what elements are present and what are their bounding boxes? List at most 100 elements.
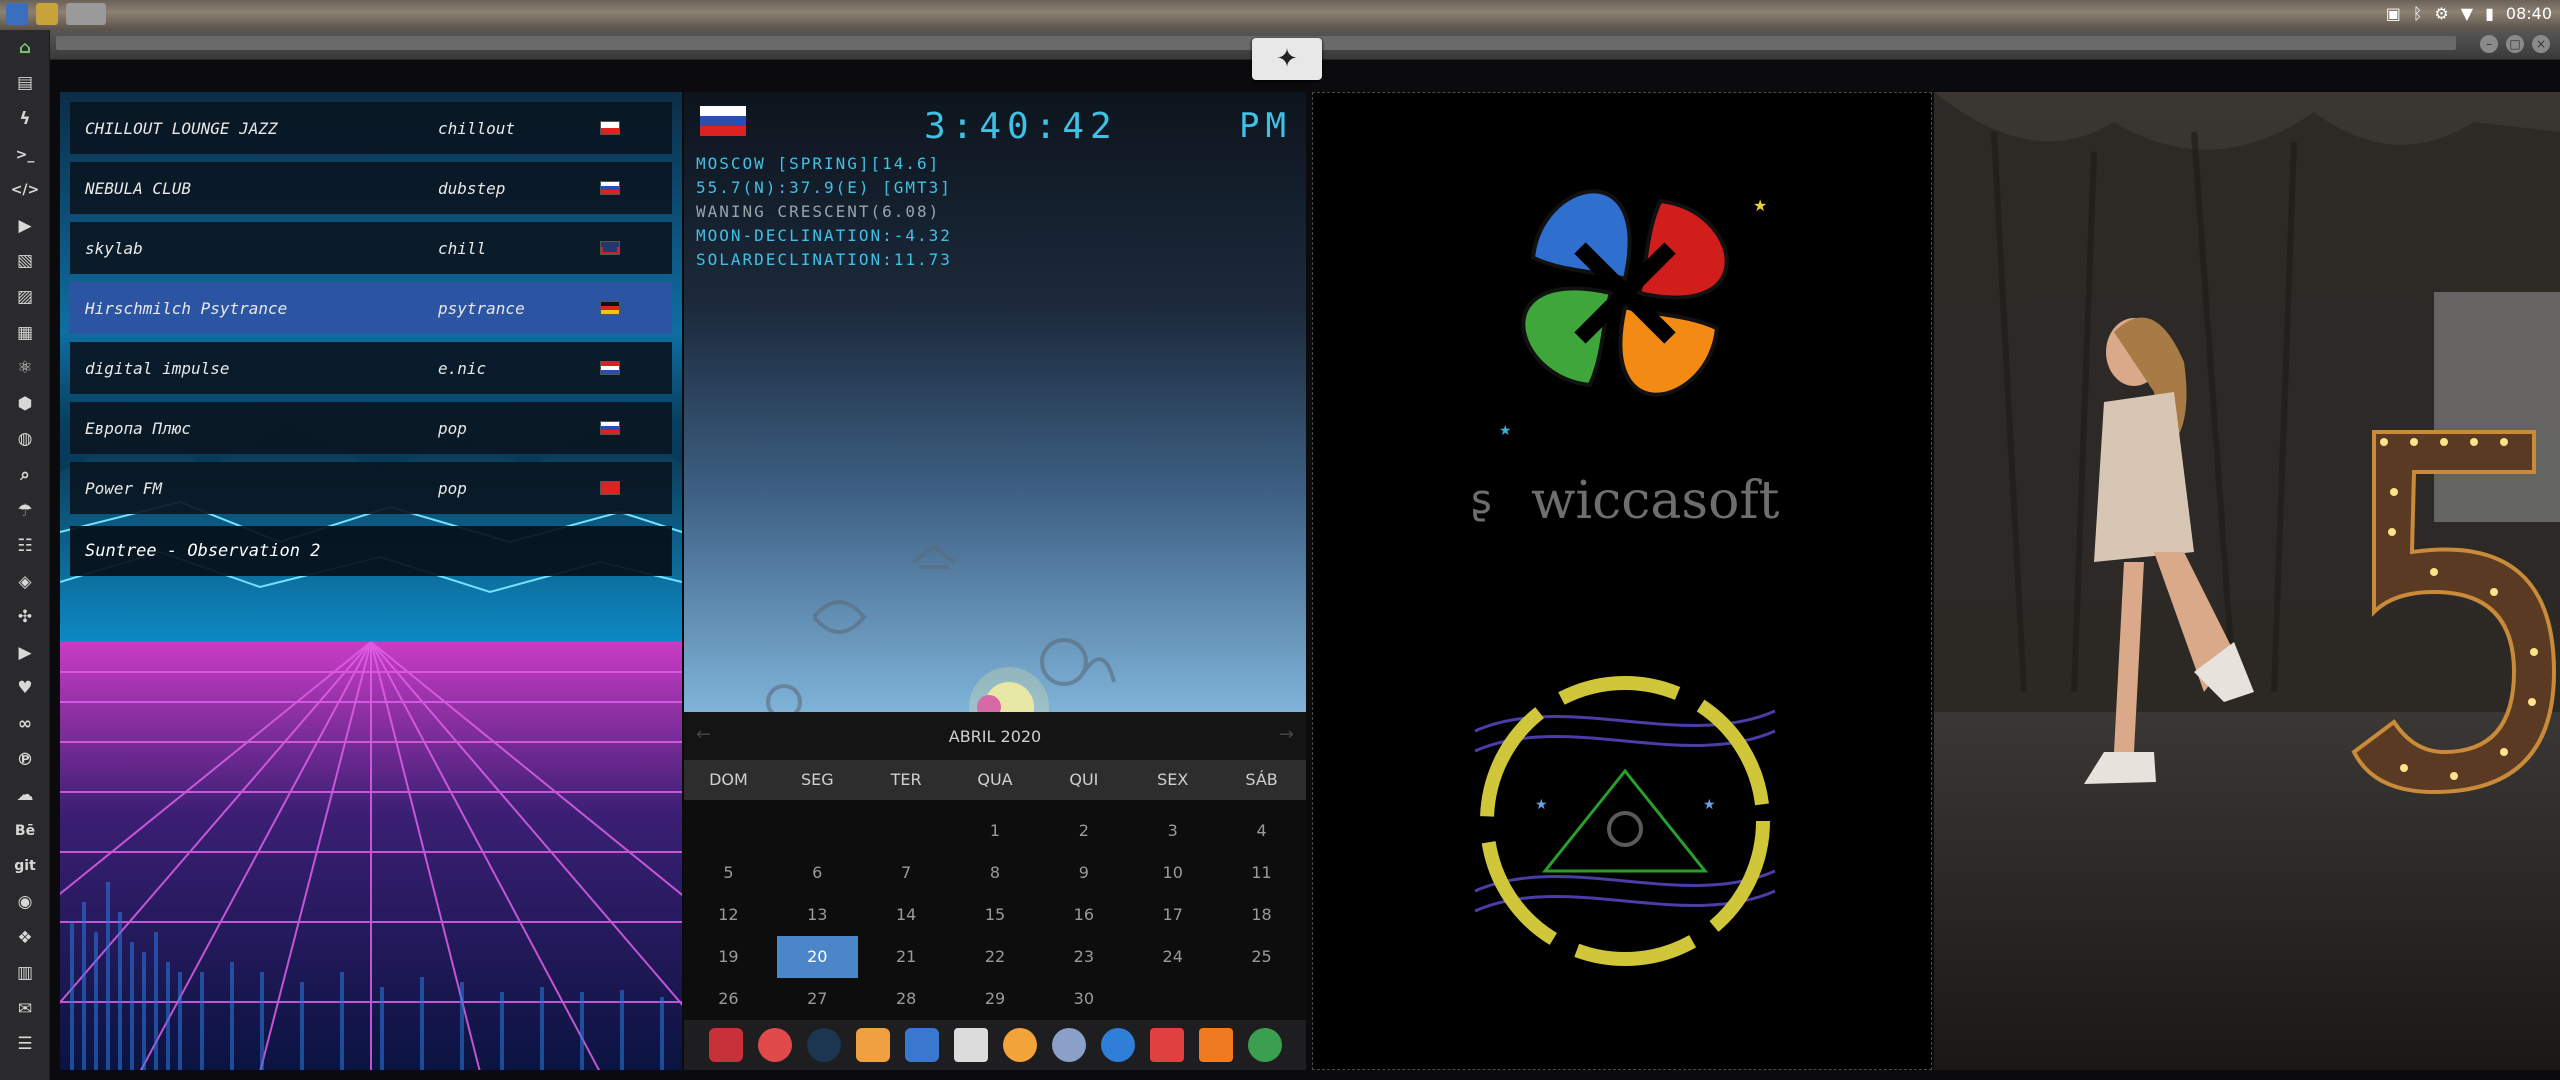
hourglass-app-icon[interactable]: [757, 1028, 792, 1062]
calendar-app-icon[interactable]: [1149, 1028, 1184, 1062]
news-icon[interactable]: ▦: [0, 315, 50, 351]
calendar-header: ← ABRIL 2020 →: [684, 712, 1306, 760]
triangle-app-icon[interactable]: [708, 1028, 743, 1062]
wifi-icon[interactable]: ▼: [2461, 4, 2473, 23]
station-row[interactable]: Европа Плюс pop: [70, 402, 672, 454]
settings-tray-icon[interactable]: ⚙: [2434, 4, 2448, 23]
maximize-button[interactable]: □: [2506, 35, 2524, 53]
github-icon[interactable]: ◉: [0, 884, 50, 920]
bluetooth-icon[interactable]: ᛒ: [2413, 4, 2423, 23]
image-icon[interactable]: ▨: [0, 279, 50, 315]
calendar-day[interactable]: 3: [1128, 810, 1217, 852]
arrow-app-icon[interactable]: [1198, 1028, 1233, 1062]
station-row-selected[interactable]: Hirschmilch Psytrance psytrance: [70, 282, 672, 334]
station-row[interactable]: CHILLOUT LOUNGE JAZZ chillout: [70, 102, 672, 154]
heart-icon[interactable]: ♥: [0, 671, 50, 707]
pinterest-icon[interactable]: ℗: [0, 742, 50, 778]
window-app-icon[interactable]: [66, 3, 106, 25]
calendar-day[interactable]: 6: [773, 852, 862, 894]
station-row[interactable]: skylab chill: [70, 222, 672, 274]
left-dock: ⌂ ▤ ϟ >_ </> ▶ ▧ ▨ ▦ ⚛ ⬢ ◍ ⌕ ☂ ☷ ◈ ✣ ▶ ♥ ∞ ℗ ☁ Bē git ◉ ❖ ▥ ✉ ☰: [0, 30, 50, 1080]
hexagon-icon[interactable]: ⬢: [0, 386, 50, 422]
calendar-day[interactable]: 29: [951, 978, 1040, 1020]
calendar-day[interactable]: 17: [1128, 894, 1217, 936]
bolt-icon[interactable]: ϟ: [0, 101, 50, 137]
next-month-button[interactable]: →: [1279, 724, 1294, 745]
weekday-label: QUA: [977, 770, 1013, 789]
globe-app-icon[interactable]: [1100, 1028, 1135, 1062]
calendar-day[interactable]: 26: [684, 978, 773, 1020]
earth-app-icon[interactable]: [806, 1028, 841, 1062]
calendar-day[interactable]: 4: [1217, 810, 1306, 852]
cubes-icon[interactable]: ❖: [0, 920, 50, 956]
calendar-day[interactable]: 23: [1039, 936, 1128, 978]
station-genre: pop: [438, 418, 467, 438]
calendar-day[interactable]: 21: [862, 936, 951, 978]
calendar-day[interactable]: 7: [862, 852, 951, 894]
calendar-day[interactable]: 8: [951, 852, 1040, 894]
behance-icon[interactable]: Bē: [0, 813, 50, 849]
system-clock[interactable]: 08:40: [2506, 4, 2552, 23]
calendar-day[interactable]: 20: [776, 936, 858, 978]
cloud-icon[interactable]: ☁: [0, 777, 50, 813]
calendar-day[interactable]: 10: [1128, 852, 1217, 894]
calendar-day[interactable]: 25: [1217, 936, 1306, 978]
calendar-day[interactable]: 22: [951, 936, 1040, 978]
calendar-day[interactable]: 11: [1217, 852, 1306, 894]
tag-icon[interactable]: ◈: [0, 564, 50, 600]
files-icon[interactable]: ▧: [0, 244, 50, 280]
calendar-day[interactable]: 18: [1217, 894, 1306, 936]
close-button[interactable]: ×: [2532, 35, 2550, 53]
atom-icon[interactable]: ⚛: [0, 350, 50, 386]
globe-icon[interactable]: ◍: [0, 422, 50, 458]
link-icon[interactable]: ∞: [0, 706, 50, 742]
station-genre: pop: [438, 478, 467, 498]
rebel-alliance-icon[interactable]: ✦: [1252, 38, 1322, 80]
minimize-button[interactable]: –: [2480, 35, 2498, 53]
play-icon[interactable]: ▶: [0, 208, 50, 244]
calendar-day[interactable]: 13: [773, 894, 862, 936]
image-tray-icon[interactable]: ▣: [2386, 4, 2401, 23]
calendar-day[interactable]: 9: [1039, 852, 1128, 894]
battery-icon[interactable]: ▮: [2485, 4, 2494, 23]
news-app-icon[interactable]: [953, 1028, 988, 1062]
umbrella-icon[interactable]: ☂: [0, 493, 50, 529]
station-row[interactable]: Power FM pop: [70, 462, 672, 514]
calendar-day[interactable]: 15: [951, 894, 1040, 936]
calendar-day[interactable]: 30: [1039, 978, 1128, 1020]
contact-icon[interactable]: ☷: [0, 528, 50, 564]
map-icon[interactable]: ▥: [0, 955, 50, 991]
search-app-icon[interactable]: [1002, 1028, 1037, 1062]
document-icon[interactable]: ▤: [0, 66, 50, 102]
calendar-day[interactable]: 12: [684, 894, 773, 936]
mail-icon[interactable]: ✉: [0, 991, 50, 1027]
photo-scene: [1934, 92, 2560, 1070]
terminal-icon[interactable]: >_: [0, 137, 50, 173]
puzzle-icon[interactable]: ✣: [0, 600, 50, 636]
bolt-app-icon[interactable]: [36, 3, 58, 25]
git-icon[interactable]: git: [0, 849, 50, 885]
calendar-day[interactable]: 27: [773, 978, 862, 1020]
calendar-day[interactable]: 1: [951, 810, 1040, 852]
calendar-day[interactable]: 28: [862, 978, 951, 1020]
youtube-icon[interactable]: ▶: [0, 635, 50, 671]
calendar-day[interactable]: 24: [1128, 936, 1217, 978]
calendar-day[interactable]: 14: [862, 894, 951, 936]
calendar-day[interactable]: 16: [1039, 894, 1128, 936]
code-icon[interactable]: </>: [0, 172, 50, 208]
calendar-day[interactable]: 19: [684, 936, 773, 978]
clock-app-icon[interactable]: [1051, 1028, 1086, 1062]
folder-app-icon[interactable]: [6, 3, 28, 25]
search-icon[interactable]: ⌕: [0, 457, 50, 493]
station-row[interactable]: NEBULA CLUB dubstep: [70, 162, 672, 214]
yandex-app-icon[interactable]: [1247, 1028, 1282, 1062]
calendar-day[interactable]: 5: [684, 852, 773, 894]
photos-app-icon[interactable]: [855, 1028, 890, 1062]
server-icon[interactable]: ☰: [0, 1027, 50, 1063]
uk-flag-icon: [600, 241, 620, 255]
station-row[interactable]: digital impulse e.nic: [70, 342, 672, 394]
calendar-day[interactable]: 2: [1039, 810, 1128, 852]
translate-app-icon[interactable]: [904, 1028, 939, 1062]
home-icon[interactable]: ⌂: [0, 30, 50, 66]
prev-month-button[interactable]: ←: [696, 724, 711, 745]
